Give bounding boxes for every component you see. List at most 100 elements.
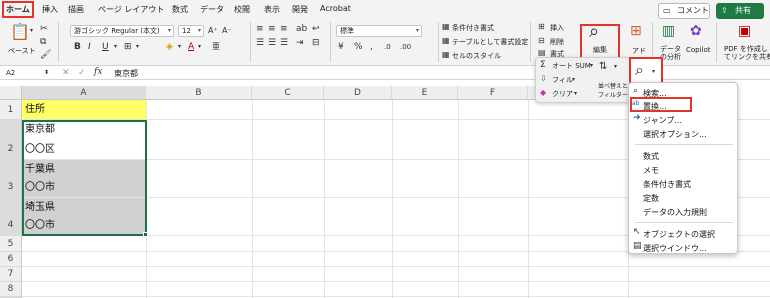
pdf-label-2[interactable]: てリンクを共有 bbox=[724, 52, 770, 62]
align-top-icon[interactable]: ≡ bbox=[256, 24, 264, 34]
align-left-icon[interactable]: ☰ bbox=[256, 38, 264, 48]
chevron-down-icon[interactable]: ▾ bbox=[590, 61, 593, 71]
cell-a1[interactable]: 住所 bbox=[22, 100, 146, 119]
tab-view[interactable]: 表示 bbox=[264, 4, 280, 15]
insert-cells-icon[interactable]: ⊞ bbox=[538, 22, 545, 32]
cell-styles-icon[interactable]: ▦ bbox=[442, 50, 450, 60]
row-header-1[interactable]: 1 bbox=[0, 100, 22, 120]
column-header-e[interactable]: E bbox=[392, 86, 458, 100]
align-bottom-icon[interactable]: ≡ bbox=[280, 24, 288, 34]
name-box-dropdown-icon[interactable]: ⬍ bbox=[44, 68, 49, 78]
number-format-select[interactable]: 標準 ▾ bbox=[336, 25, 422, 37]
align-middle-icon[interactable]: ≡ bbox=[268, 24, 276, 34]
align-right-icon[interactable]: ☰ bbox=[280, 38, 288, 48]
comma-icon[interactable]: , bbox=[370, 42, 373, 52]
eraser-icon[interactable]: ◆ bbox=[540, 88, 546, 98]
menu-item-formulas[interactable]: 数式 bbox=[643, 151, 659, 162]
function-icon[interactable]: fx bbox=[94, 67, 102, 77]
fill-handle[interactable] bbox=[143, 232, 148, 237]
fill-icon[interactable]: ⇩ bbox=[540, 74, 547, 84]
copilot-icon[interactable]: ✿ bbox=[690, 24, 702, 38]
menu-item-conditional-formats[interactable]: 条件付き書式 bbox=[643, 179, 691, 190]
menu-item-notes[interactable]: メモ bbox=[643, 165, 659, 176]
chevron-down-icon[interactable]: ▾ bbox=[614, 62, 617, 72]
sort-filter-icon[interactable]: ⇅ bbox=[599, 62, 607, 72]
menu-item-constants[interactable]: 定数 bbox=[643, 193, 659, 204]
increase-font-icon[interactable]: A⁺ bbox=[208, 26, 218, 36]
copilot-button[interactable]: Copilot bbox=[686, 46, 711, 54]
row-header-8[interactable]: 8 bbox=[0, 282, 22, 297]
font-color-icon[interactable]: A bbox=[188, 42, 194, 52]
wrap-text-icon[interactable]: ↩ bbox=[312, 24, 320, 34]
addins-button[interactable]: アド bbox=[632, 46, 646, 56]
pdf-icon[interactable]: ▣ bbox=[738, 24, 751, 38]
bold-icon[interactable]: B bbox=[74, 42, 81, 52]
row-header-6[interactable]: 6 bbox=[0, 252, 22, 267]
fill-button[interactable]: フィル bbox=[552, 75, 573, 85]
row-header-7[interactable]: 7 bbox=[0, 267, 22, 282]
fill-color-icon[interactable]: ◈ bbox=[166, 42, 173, 52]
conditional-format-button[interactable]: 条件付き書式 bbox=[452, 23, 494, 33]
cell-styles-button[interactable]: セルのスタイル bbox=[452, 51, 501, 61]
tab-insert[interactable]: 挿入 bbox=[42, 4, 58, 15]
delete-cells-icon[interactable]: ⊟ bbox=[538, 36, 545, 46]
select-all-corner[interactable] bbox=[0, 86, 22, 100]
column-header-d[interactable]: D bbox=[324, 86, 392, 100]
align-center-icon[interactable]: ☰ bbox=[268, 38, 276, 48]
cut-icon[interactable]: ✂ bbox=[40, 24, 48, 34]
underline-dropdown-icon[interactable]: ▾ bbox=[114, 42, 117, 52]
merge-icon[interactable]: ⊟ bbox=[312, 38, 320, 48]
table-icon[interactable]: ▦ bbox=[442, 36, 450, 46]
autosum-icon[interactable]: Σ bbox=[540, 60, 546, 70]
format-as-table-button[interactable]: テーブルとして書式設定 bbox=[452, 37, 528, 47]
border-icon[interactable]: ⊞ bbox=[124, 42, 132, 52]
row-header-3[interactable]: 3 bbox=[0, 160, 22, 198]
confirm-icon[interactable]: ✓ bbox=[78, 68, 86, 78]
copy-icon[interactable]: ⧉ bbox=[40, 37, 46, 47]
percent-icon[interactable]: % bbox=[354, 42, 363, 52]
column-header-a[interactable]: A bbox=[22, 86, 146, 100]
row-header-4[interactable]: 4 bbox=[0, 198, 22, 236]
indent-icon[interactable]: ⇥ bbox=[296, 38, 304, 48]
chevron-down-icon[interactable]: ▾ bbox=[574, 89, 577, 99]
comment-button[interactable]: ▭ コメント bbox=[658, 3, 710, 19]
row-header-2[interactable]: 2 bbox=[0, 120, 22, 160]
sort-filter-label-2[interactable]: フィルター bbox=[598, 90, 628, 99]
conditional-format-icon[interactable]: ▦ bbox=[442, 22, 450, 32]
tab-formulas[interactable]: 数式 bbox=[172, 4, 188, 15]
font-color-dropdown-icon[interactable]: ▾ bbox=[198, 42, 201, 52]
phonetic-icon[interactable]: 亜 bbox=[212, 42, 220, 52]
paste-dropdown-icon[interactable]: ▾ bbox=[30, 26, 33, 36]
data-analysis-label-2[interactable]: の分析 bbox=[660, 52, 681, 62]
insert-cells-button[interactable]: 挿入 bbox=[550, 23, 564, 33]
fill-color-dropdown-icon[interactable]: ▾ bbox=[178, 42, 181, 52]
tab-data[interactable]: データ bbox=[200, 4, 224, 15]
autosum-button[interactable]: オート SUM bbox=[552, 61, 591, 71]
underline-icon[interactable]: U bbox=[102, 42, 109, 52]
tab-review[interactable]: 校閲 bbox=[234, 4, 250, 15]
delete-cells-button[interactable]: 削除 bbox=[550, 37, 564, 47]
column-header-c[interactable]: C bbox=[252, 86, 324, 100]
orientation-icon[interactable]: ab bbox=[296, 24, 307, 34]
menu-item-jump[interactable]: ジャンプ... bbox=[643, 115, 682, 126]
column-header-b[interactable]: B bbox=[146, 86, 252, 100]
decrease-font-icon[interactable]: A⁻ bbox=[222, 26, 232, 36]
italic-icon[interactable]: I bbox=[88, 42, 91, 52]
tab-page-layout[interactable]: ページ レイアウト bbox=[98, 4, 164, 15]
cancel-icon[interactable]: ✕ bbox=[62, 68, 70, 78]
share-button[interactable]: ⇪ 共有 bbox=[716, 3, 764, 19]
font-name-select[interactable]: 游ゴシック Regular (本文) ▾ bbox=[70, 25, 174, 37]
chevron-down-icon[interactable]: ▾ bbox=[572, 75, 575, 85]
formula-content[interactable]: 東京都 bbox=[114, 68, 138, 79]
increase-decimal-icon[interactable]: .0 bbox=[384, 42, 391, 52]
currency-icon[interactable]: ¥ bbox=[338, 42, 344, 52]
tab-acrobat[interactable]: Acrobat bbox=[320, 4, 351, 13]
menu-item-data-validation[interactable]: データの入力規則 bbox=[643, 207, 707, 218]
column-header-f[interactable]: F bbox=[458, 86, 528, 100]
data-analysis-icon[interactable]: ▥ bbox=[662, 24, 675, 38]
name-box[interactable]: A2 bbox=[2, 67, 50, 79]
format-painter-icon[interactable]: 🖌 bbox=[40, 50, 51, 60]
paste-icon[interactable]: 📋 bbox=[10, 24, 30, 40]
clear-button[interactable]: クリア bbox=[552, 89, 573, 99]
tab-developer[interactable]: 開発 bbox=[292, 4, 308, 15]
